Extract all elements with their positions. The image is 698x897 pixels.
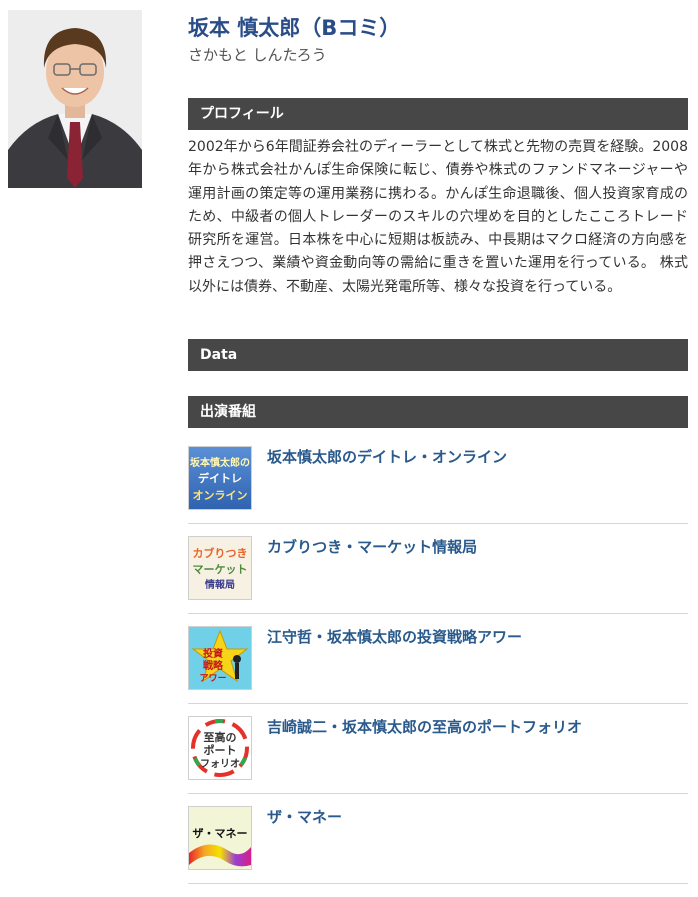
program-link[interactable]: ザ・マネー: [267, 806, 342, 827]
profile-name: 坂本 慎太郎（Bコミ）: [188, 16, 401, 40]
thumbnail-label: 投資: [203, 647, 223, 660]
program-link[interactable]: 吉崎誠二・坂本慎太郎の至高のポートフォリオ: [267, 716, 582, 737]
program-link[interactable]: 坂本慎太郎のデイトレ・オンライン: [267, 446, 507, 467]
program-link[interactable]: 江守哲・坂本慎太郎の投資戦略アワー: [267, 626, 522, 647]
thumbnail-label: 戦略: [203, 659, 224, 672]
program-list: 坂本慎太郎の デイトレ オンライン 坂本慎太郎のデイトレ・オンライン カブりつき…: [188, 434, 688, 884]
program-thumbnail[interactable]: ザ・マネー: [188, 806, 252, 870]
program-item: カブりつき マーケット 情報局 カブりつき・マーケット情報局: [188, 524, 688, 614]
thumbnail-label: ポート: [204, 743, 237, 757]
thumbnail-label: デイトレ: [198, 471, 242, 485]
thumbnail-label: オンライン: [193, 489, 248, 502]
section-heading-profile: プロフィール: [188, 98, 688, 130]
program-thumbnail[interactable]: 投資 戦略 アワー: [188, 626, 252, 690]
thumbnail-label: ザ・マネー: [193, 827, 248, 840]
thumbnail-label: アワー: [199, 673, 226, 684]
program-thumbnail[interactable]: 至高の ポート フォリオ: [188, 716, 252, 780]
thumbnail-label: 坂本慎太郎の: [190, 456, 250, 469]
program-item: 坂本慎太郎の デイトレ オンライン 坂本慎太郎のデイトレ・オンライン: [188, 434, 688, 524]
program-thumbnail[interactable]: 坂本慎太郎の デイトレ オンライン: [188, 446, 252, 510]
thumbnail-label: カブりつき: [192, 546, 247, 560]
profile-photo: [8, 10, 142, 188]
section-heading-data: Data: [188, 339, 688, 371]
program-item: ザ・マネー ザ・マネー: [188, 794, 688, 884]
program-item: 至高の ポート フォリオ 吉崎誠二・坂本慎太郎の至高のポートフォリオ: [188, 704, 688, 794]
thumbnail-label: 情報局: [205, 578, 235, 591]
program-item: 投資 戦略 アワー 江守哲・坂本慎太郎の投資戦略アワー: [188, 614, 688, 704]
thumbnail-label: マーケット: [193, 563, 248, 576]
program-thumbnail[interactable]: カブりつき マーケット 情報局: [188, 536, 252, 600]
section-heading-programs: 出演番組: [188, 396, 688, 428]
profile-bio: 2002年から6年間証券会社のディーラーとして株式と先物の売買を経験。2008年…: [188, 139, 688, 295]
thumbnail-label: 至高の: [204, 730, 237, 744]
profile-name-kana: さかもと しんたろう: [188, 46, 327, 64]
thumbnail-label: フォリオ: [200, 758, 240, 770]
program-link[interactable]: カブりつき・マーケット情報局: [267, 536, 477, 557]
